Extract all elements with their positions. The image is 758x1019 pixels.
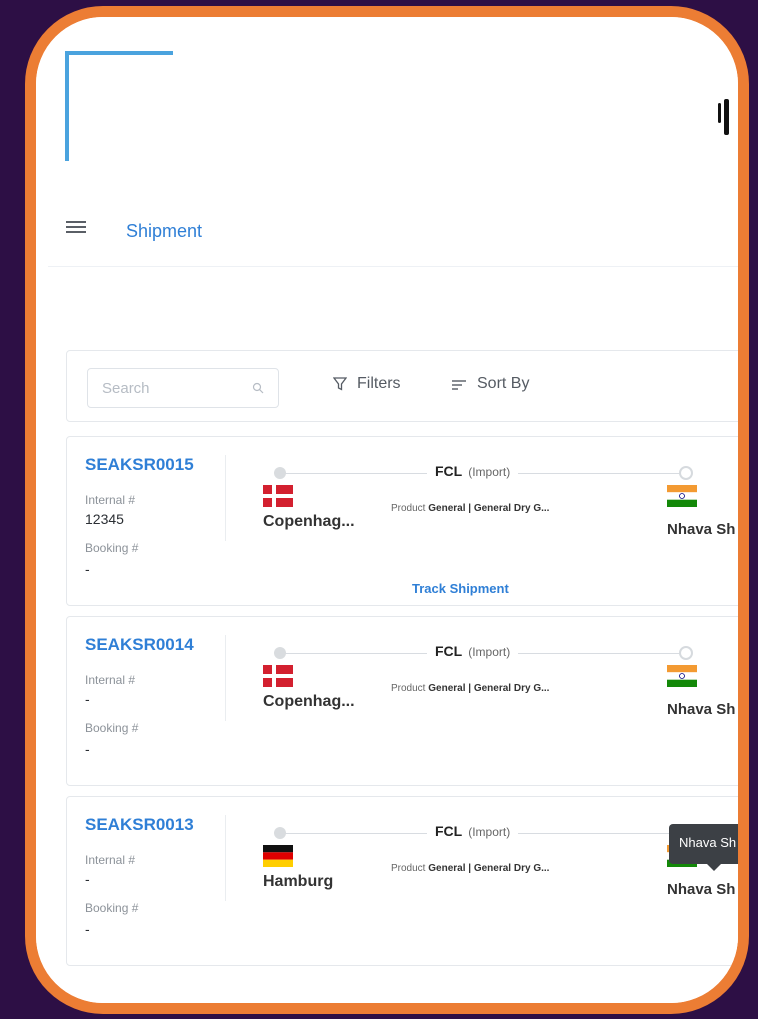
origin-port: Hamburg <box>263 873 334 890</box>
booking-number-value: - <box>85 921 90 937</box>
internal-number-label: Internal # <box>85 493 136 507</box>
origin-point-icon <box>274 467 286 479</box>
internal-number-value: - <box>85 691 90 707</box>
search-icon <box>252 382 264 394</box>
app-screen: Shipment Search Filters Sort By SEAKSR00… <box>36 17 738 1003</box>
india-flag-icon <box>667 665 697 687</box>
page-title: Shipment <box>126 221 203 241</box>
destination-point-icon <box>679 646 693 660</box>
sort-by-button[interactable]: Sort By <box>451 375 529 393</box>
destination-point-icon <box>679 466 693 480</box>
internal-number-value: - <box>85 871 90 887</box>
shipment-id-link[interactable]: SEAKSR0015 <box>85 455 194 475</box>
search-placeholder: Search <box>102 380 150 397</box>
shipment-id-link[interactable]: SEAKSR0014 <box>85 635 194 655</box>
track-shipment-link[interactable]: Track Shipment <box>412 581 509 596</box>
shipment-id-link[interactable]: SEAKSR0013 <box>85 815 194 835</box>
top-nav: Shipment <box>48 207 738 267</box>
origin-point-icon <box>274 647 286 659</box>
destination-port: Nhava Sh <box>667 881 736 898</box>
origin-point-icon <box>274 827 286 839</box>
shipment-mode: FCL (Import) <box>427 823 519 839</box>
sort-icon <box>452 380 466 390</box>
origin-port: Copenhag... <box>263 513 355 530</box>
germany-flag-icon <box>263 845 293 867</box>
shipment-mode: FCL (Import) <box>427 643 519 659</box>
booking-number-label: Booking # <box>85 541 139 555</box>
filters-button[interactable]: Filters <box>333 375 401 393</box>
divider <box>225 815 226 901</box>
logo <box>716 93 732 139</box>
destination-tooltip: Nhava Sh <box>669 824 738 871</box>
origin-port: Copenhag... <box>263 693 355 710</box>
destination-port: Nhava Sh <box>667 701 736 718</box>
filter-icon <box>333 377 347 391</box>
denmark-flag-icon <box>263 485 293 507</box>
brand-accent-line <box>65 51 69 161</box>
product-info: Product General | General Dry G... <box>391 863 550 874</box>
product-info: Product General | General Dry G... <box>391 503 550 514</box>
booking-number-label: Booking # <box>85 721 139 735</box>
shipment-card[interactable]: SEAKSR0015 Internal # 12345 Booking # - … <box>66 436 738 606</box>
denmark-flag-icon <box>263 665 293 687</box>
shipment-card[interactable]: SEAKSR0013 Internal # - Booking # - FCL(… <box>66 796 738 966</box>
shipment-mode: FCL (Import) <box>427 463 519 479</box>
product-info: Product General | General Dry G... <box>391 683 550 694</box>
internal-number-label: Internal # <box>85 673 136 687</box>
filters-label: Filters <box>357 375 401 392</box>
hamburger-menu-icon[interactable] <box>66 221 86 235</box>
shipment-card[interactable]: SEAKSR0014 Internal # - Booking # - FCL(… <box>66 616 738 786</box>
booking-number-value: - <box>85 561 90 577</box>
sort-by-label: Sort By <box>477 375 530 392</box>
divider <box>225 635 226 721</box>
device-frame: Shipment Search Filters Sort By SEAKSR00… <box>25 6 749 1014</box>
internal-number-label: Internal # <box>85 853 136 867</box>
booking-number-value: - <box>85 741 90 757</box>
booking-number-label: Booking # <box>85 901 139 915</box>
search-input[interactable]: Search <box>87 368 279 408</box>
list-toolbar: Search Filters Sort By <box>66 350 738 422</box>
brand-accent-line <box>65 51 173 55</box>
destination-port: Nhava Sh <box>667 521 736 538</box>
india-flag-icon <box>667 485 697 507</box>
internal-number-value: 12345 <box>85 511 124 527</box>
divider <box>225 455 226 541</box>
